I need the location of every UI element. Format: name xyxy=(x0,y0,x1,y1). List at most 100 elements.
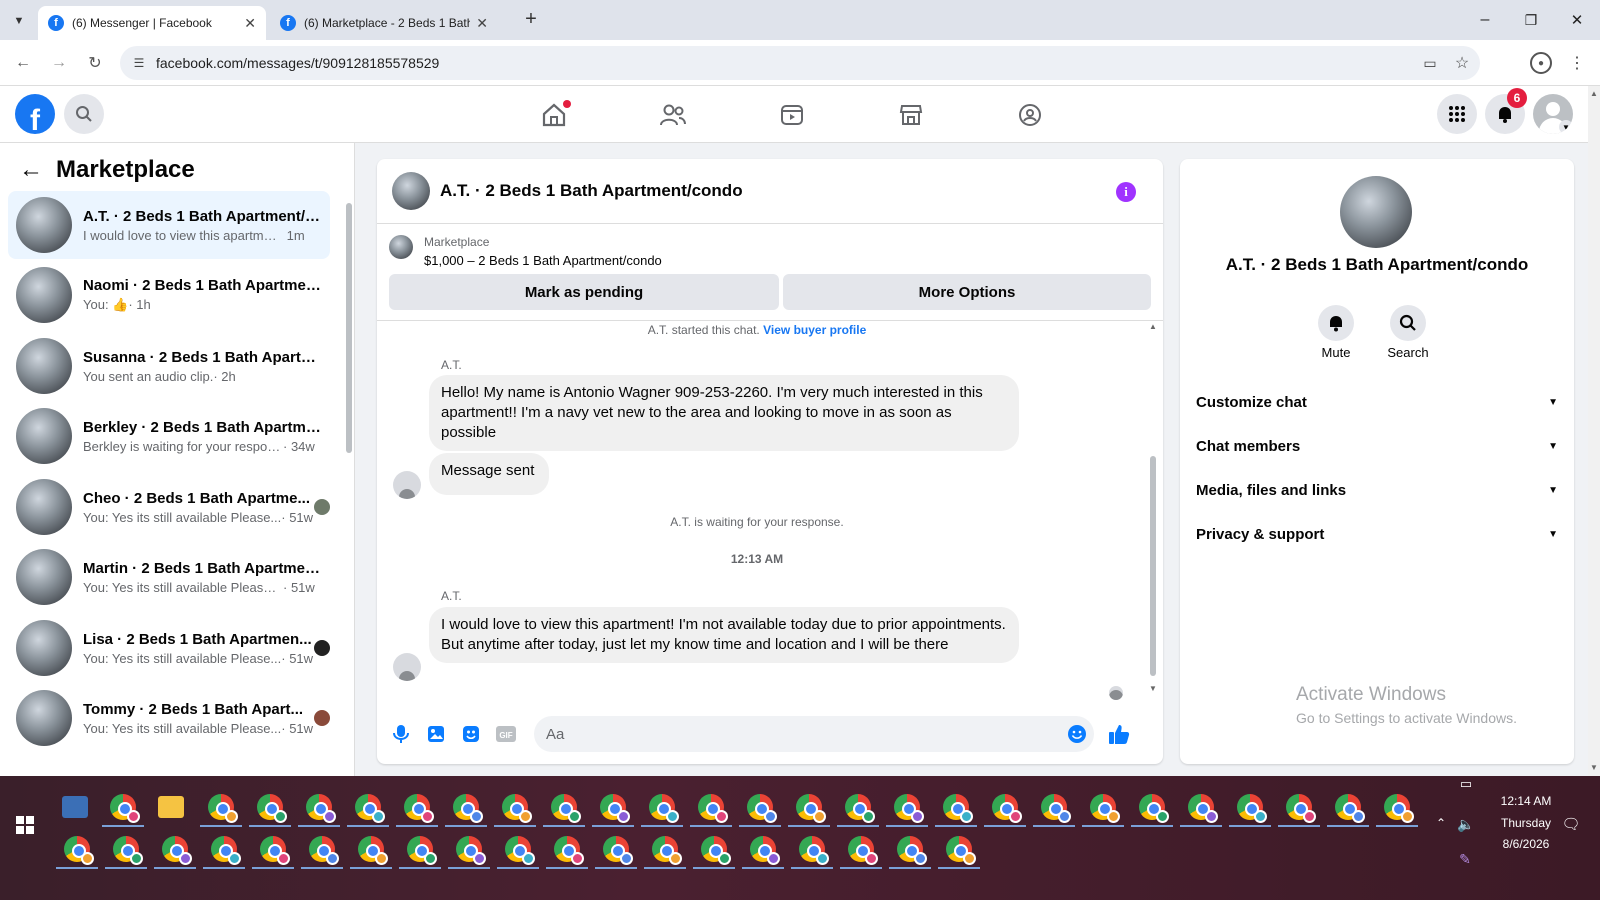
chrome-app-icon[interactable] xyxy=(208,794,238,823)
clock-time[interactable]: 12:14 AM xyxy=(1486,794,1566,808)
conversation-item[interactable]: Lisa · 2 Beds 1 Bath Apartmen... You: Ye… xyxy=(8,614,330,682)
show-hidden-icons-icon[interactable]: ⌃ xyxy=(1432,814,1450,832)
scrollbar-thumb[interactable] xyxy=(346,203,352,453)
friends-icon[interactable] xyxy=(656,98,690,132)
video-icon[interactable] xyxy=(775,98,809,132)
folder-icon[interactable] xyxy=(158,796,184,818)
conversation-item[interactable]: Tommy · 2 Beds 1 Bath Apart... You: Yes … xyxy=(8,684,330,752)
chrome-app-icon[interactable] xyxy=(897,836,927,865)
listing-summary[interactable]: $1,000 – 2 Beds 1 Bath Apartment/condo xyxy=(424,253,662,268)
conversation-item[interactable]: Berkley · 2 Beds 1 Bath Apartme... Berkl… xyxy=(8,402,330,470)
chrome-app-icon[interactable] xyxy=(649,794,679,823)
notifications-bell-icon[interactable]: 6 xyxy=(1485,88,1527,134)
chrome-app-icon[interactable] xyxy=(404,794,434,823)
conversation-item[interactable]: Naomi · 2 Beds 1 Bath Apartmen... You: 👍… xyxy=(8,261,330,329)
back-icon[interactable]: ← xyxy=(10,50,36,76)
search-in-chat-button[interactable] xyxy=(1390,305,1426,341)
back-arrow-icon[interactable]: ← xyxy=(18,156,44,183)
chrome-app-icon[interactable] xyxy=(1139,794,1169,823)
tab-search-button[interactable]: ▼ xyxy=(8,10,30,32)
search-icon[interactable] xyxy=(64,94,104,134)
chrome-app-icon[interactable] xyxy=(358,836,388,865)
scroll-up-arrow-icon[interactable]: ▲ xyxy=(1148,321,1158,331)
chat-header-avatar[interactable] xyxy=(392,172,430,210)
chrome-app-icon[interactable] xyxy=(848,836,878,865)
chrome-app-icon[interactable] xyxy=(551,794,581,823)
gif-icon[interactable]: GIF xyxy=(494,722,518,746)
chrome-app-icon[interactable] xyxy=(1090,794,1120,823)
message-scrollbar[interactable]: ▲ ▼ xyxy=(1148,321,1158,693)
address-bar[interactable]: ☰ facebook.com/messages/t/90912818557852… xyxy=(120,46,1480,80)
chat-title[interactable]: A.T. · 2 Beds 1 Bath Apartment/condo xyxy=(440,181,743,201)
pen-icon[interactable]: ✎ xyxy=(1456,850,1474,868)
chrome-app-icon[interactable] xyxy=(701,836,731,865)
contact-avatar[interactable] xyxy=(1340,176,1412,248)
media-files-links-section[interactable]: Media, files and links ▼ xyxy=(1196,475,1558,505)
chrome-app-icon[interactable] xyxy=(747,794,777,823)
chrome-app-icon[interactable] xyxy=(1335,794,1365,823)
close-window-button[interactable]: ✕ xyxy=(1562,6,1592,34)
chrome-app-icon[interactable] xyxy=(257,794,287,823)
reload-icon[interactable]: ↻ xyxy=(82,50,108,76)
chrome-app-icon[interactable] xyxy=(407,836,437,865)
chrome-app-icon[interactable] xyxy=(698,794,728,823)
volume-icon[interactable]: 🔈 xyxy=(1456,814,1476,834)
chrome-app-icon[interactable] xyxy=(554,836,584,865)
site-info-icon[interactable]: ☰ xyxy=(130,54,148,72)
chrome-app-icon[interactable] xyxy=(306,794,336,823)
facebook-logo-icon[interactable]: f xyxy=(15,94,55,134)
menu-grid-icon[interactable] xyxy=(1437,94,1477,134)
chrome-app-icon[interactable] xyxy=(845,794,875,823)
chrome-app-icon[interactable] xyxy=(600,794,630,823)
chrome-app-icon[interactable] xyxy=(1286,794,1316,823)
chrome-app-icon[interactable] xyxy=(453,794,483,823)
info-icon[interactable]: i xyxy=(1116,182,1136,202)
minimize-button[interactable]: – xyxy=(1470,6,1500,34)
chrome-app-icon[interactable] xyxy=(799,836,829,865)
new-tab-button[interactable]: + xyxy=(520,8,542,30)
chrome-app-icon[interactable] xyxy=(796,794,826,823)
scroll-up-arrow-icon[interactable]: ▲ xyxy=(1589,88,1599,98)
chrome-app-icon[interactable] xyxy=(992,794,1022,823)
chrome-app-icon[interactable] xyxy=(260,836,290,865)
network-icon[interactable]: ▭ xyxy=(1456,774,1476,794)
view-buyer-profile-link[interactable]: View buyer profile xyxy=(763,323,866,337)
chrome-app-icon[interactable] xyxy=(946,836,976,865)
bookmark-star-icon[interactable]: ☆ xyxy=(1452,53,1472,73)
chrome-app-icon[interactable] xyxy=(603,836,633,865)
browser-menu-icon[interactable]: ⋮ xyxy=(1569,52,1585,74)
photo-icon[interactable] xyxy=(424,722,448,746)
windows-start-icon[interactable] xyxy=(16,816,34,834)
listing-thumbnail[interactable] xyxy=(389,235,413,259)
clock-day[interactable]: Thursday xyxy=(1486,816,1566,830)
chrome-app-icon[interactable] xyxy=(750,836,780,865)
account-avatar[interactable]: ▼ xyxy=(1533,94,1573,134)
thumbs-up-icon[interactable] xyxy=(1105,720,1133,748)
chrome-app-icon[interactable] xyxy=(1041,794,1071,823)
microphone-icon[interactable] xyxy=(389,722,413,746)
chrome-app-icon[interactable] xyxy=(894,794,924,823)
close-tab-icon[interactable]: ✕ xyxy=(476,15,488,32)
home-icon[interactable] xyxy=(537,98,571,132)
forward-icon[interactable]: → xyxy=(46,50,72,76)
sticker-icon[interactable] xyxy=(459,722,483,746)
conversation-item[interactable]: Susanna · 2 Beds 1 Bath Apartm... You se… xyxy=(8,332,330,400)
message-bubble[interactable]: Message sent xyxy=(429,453,549,495)
chrome-app-icon[interactable] xyxy=(502,794,532,823)
install-app-icon[interactable]: ▭ xyxy=(1420,53,1440,73)
chrome-app-icon[interactable] xyxy=(505,836,535,865)
file-explorer-pin-icon[interactable] xyxy=(62,796,88,818)
sender-avatar[interactable] xyxy=(393,653,421,681)
message-bubble[interactable]: I would love to view this apartment! I'm… xyxy=(429,607,1019,663)
privacy-support-section[interactable]: Privacy & support ▼ xyxy=(1196,519,1558,549)
chrome-app-icon[interactable] xyxy=(309,836,339,865)
notification-center-icon[interactable]: 🗨 xyxy=(1561,814,1581,834)
page-scrollbar[interactable]: ▲ ▼ xyxy=(1588,86,1600,776)
customize-chat-section[interactable]: Customize chat ▼ xyxy=(1196,387,1558,417)
chrome-app-icon[interactable] xyxy=(456,836,486,865)
chrome-app-icon[interactable] xyxy=(211,836,241,865)
tab-messenger[interactable]: f (6) Messenger | Facebook ✕ xyxy=(38,6,266,40)
groups-icon[interactable] xyxy=(1013,98,1047,132)
chrome-app-icon[interactable] xyxy=(355,794,385,823)
scroll-down-arrow-icon[interactable]: ▼ xyxy=(1589,762,1599,772)
